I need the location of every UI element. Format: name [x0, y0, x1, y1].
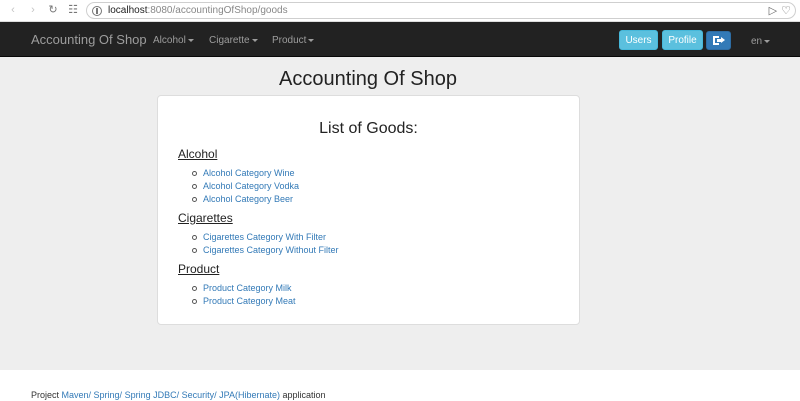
- footer: Project Maven/ Spring/ Spring JDBC/ Secu…: [0, 370, 800, 401]
- menu-alcohol[interactable]: Alcohol: [153, 35, 194, 46]
- footer-link-spring[interactable]: Spring/: [91, 390, 123, 400]
- page-title: Accounting Of Shop: [279, 68, 457, 90]
- site-info-icon[interactable]: [92, 5, 102, 16]
- reload-icon[interactable]: ↻: [46, 4, 60, 18]
- list-item-link[interactable]: Alcohol Category Vodka: [190, 180, 299, 193]
- menu-product-label: Product: [272, 35, 307, 46]
- footer-link-jpa[interactable]: JPA(Hibernate): [217, 390, 280, 400]
- caret-down-icon: [308, 38, 315, 42]
- caret-down-icon: [187, 38, 194, 42]
- logout-icon: [713, 36, 725, 45]
- footer-text: Project Maven/ Spring/ Spring JDBC/ Secu…: [31, 390, 326, 400]
- footer-link-spring-jdbc[interactable]: Spring JDBC/: [122, 390, 180, 400]
- list-item-link[interactable]: Alcohol Category Wine: [190, 167, 299, 180]
- brand-link[interactable]: Accounting Of Shop: [31, 32, 147, 47]
- panel-title: List of Goods:: [319, 120, 418, 137]
- url-path: :8080/accountingOfShop/goods: [147, 5, 288, 16]
- category-heading-product: Product: [178, 262, 220, 276]
- back-icon[interactable]: ‹: [6, 4, 20, 18]
- language-dropdown[interactable]: en: [751, 36, 771, 47]
- menu-alcohol-label: Alcohol: [153, 35, 186, 46]
- menu-cigarette[interactable]: Cigarette: [209, 35, 258, 46]
- favorite-icon[interactable]: ♡: [781, 4, 791, 17]
- menu-product[interactable]: Product: [272, 35, 315, 46]
- menu-cigarette-label: Cigarette: [209, 35, 250, 46]
- url-host: localhost: [108, 5, 148, 16]
- category-heading-alcohol: Alcohol: [178, 147, 218, 161]
- footer-link-security[interactable]: Security/: [179, 390, 217, 400]
- forward-icon[interactable]: ›: [26, 4, 40, 18]
- profile-button[interactable]: Profile: [662, 30, 703, 50]
- main-content: Accounting Of Shop List of Goods: Alcoho…: [0, 57, 800, 370]
- caret-down-icon: [764, 39, 771, 43]
- browser-toolbar: ‹ › ↻ ☷ localhost:8080/accountingOfShop/…: [0, 0, 800, 22]
- product-list: Product Category Milk Product Category M…: [190, 282, 296, 308]
- footer-suffix: application: [279, 390, 326, 400]
- footer-link-maven[interactable]: Maven/: [62, 390, 92, 400]
- alcohol-list: Alcohol Category Wine Alcohol Category V…: [190, 167, 299, 206]
- category-heading-cigarettes: Cigarettes: [178, 211, 233, 225]
- apps-grid-icon[interactable]: ☷: [66, 4, 80, 18]
- caret-down-icon: [251, 38, 258, 42]
- users-button[interactable]: Users: [619, 30, 658, 50]
- send-icon[interactable]: ▷: [769, 4, 777, 17]
- cigarettes-list: Cigarettes Category With Filter Cigarett…: [190, 231, 339, 257]
- list-item-link[interactable]: Product Category Meat: [190, 295, 296, 308]
- logout-button[interactable]: [706, 31, 731, 50]
- footer-prefix: Project: [31, 390, 62, 400]
- language-label: en: [751, 36, 763, 47]
- list-item-link[interactable]: Product Category Milk: [190, 282, 296, 295]
- list-item-link[interactable]: Alcohol Category Beer: [190, 193, 299, 206]
- list-item-link[interactable]: Cigarettes Category Without Filter: [190, 244, 339, 257]
- list-item-link[interactable]: Cigarettes Category With Filter: [190, 231, 339, 244]
- address-bar[interactable]: localhost:8080/accountingOfShop/goods ▷ …: [86, 2, 796, 19]
- goods-panel: List of Goods: Alcohol Alcohol Category …: [157, 95, 580, 325]
